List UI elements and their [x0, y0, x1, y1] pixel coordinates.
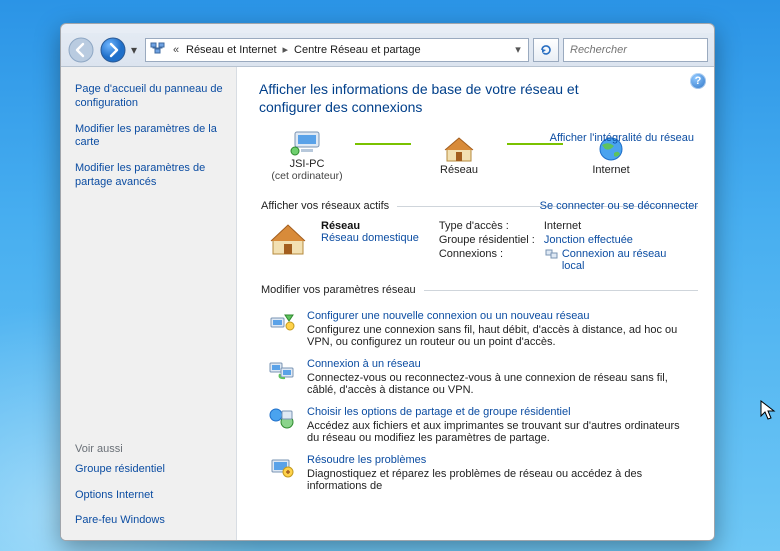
task-desc: Configurez une connexion sans fil, haut …	[307, 324, 677, 348]
chevron-right-icon: ▸	[281, 43, 291, 56]
troubleshoot-icon	[267, 454, 297, 480]
network-settings-section: Modifier vos paramètres réseau	[259, 284, 698, 496]
breadcrumb-item[interactable]: Réseau et Internet	[186, 44, 277, 56]
breadcrumb-dropdown[interactable]: ▾	[512, 43, 524, 56]
task-desc: Accédez aux fichiers et aux imprimantes …	[307, 420, 680, 444]
control-panel-window: ▾ « Réseau et Internet ▸ Centre Réseau e…	[60, 23, 715, 541]
content-pane: ? Afficher les informations de base de v…	[237, 67, 714, 540]
task-setup-connection[interactable]: Configurer une nouvelle connexion ou un …	[259, 304, 698, 352]
sidebar-link-home[interactable]: Page d'accueil du panneau de configurati…	[75, 83, 224, 111]
map-node-sublabel: (cet ordinateur)	[271, 170, 342, 182]
active-networks-legend: Afficher vos réseaux actifs	[259, 200, 397, 212]
access-type-value: Internet	[544, 220, 682, 232]
map-node-label: JSI-PC	[290, 158, 325, 170]
nav-history-dropdown[interactable]: ▾	[131, 43, 141, 57]
task-title[interactable]: Choisir les options de partage et de gro…	[307, 406, 687, 418]
search-input[interactable]	[568, 43, 715, 57]
forward-button[interactable]	[99, 36, 127, 64]
network-settings-legend: Modifier vos paramètres réseau	[259, 284, 424, 296]
connections-label: Connexions :	[439, 248, 544, 260]
task-desc: Connectez-vous ou reconnectez-vous à une…	[307, 372, 668, 396]
navigation-bar: ▾ « Réseau et Internet ▸ Centre Réseau e…	[61, 33, 714, 67]
help-icon[interactable]: ?	[690, 73, 706, 89]
sidebar-link-adapter-settings[interactable]: Modifier les paramètres de la carte	[75, 123, 224, 151]
sharing-options-icon	[267, 406, 297, 432]
homegroup-link[interactable]: Jonction effectuée	[544, 234, 682, 246]
see-also-heading: Voir aussi	[75, 443, 224, 455]
setup-connection-icon	[267, 310, 297, 336]
house-icon	[267, 220, 309, 258]
network-map: Afficher l'intégralité du réseau JSI-PC	[259, 126, 698, 196]
network-type-link[interactable]: Réseau domestique	[321, 232, 419, 244]
map-node-label: Réseau	[440, 164, 478, 176]
network-name: Réseau	[321, 220, 419, 232]
connection-line-icon	[355, 143, 411, 145]
address-bar[interactable]: « Réseau et Internet ▸ Centre Réseau et …	[145, 38, 529, 62]
see-also-firewall[interactable]: Pare-feu Windows	[75, 514, 224, 528]
breadcrumb-root-chevron[interactable]: «	[170, 44, 182, 56]
task-title[interactable]: Résoudre les problèmes	[307, 454, 687, 466]
map-node-label: Internet	[592, 164, 629, 176]
connection-link[interactable]: Connexion au réseau local	[562, 248, 682, 272]
access-type-label: Type d'accès :	[439, 220, 544, 232]
map-node-network[interactable]: Réseau	[411, 134, 507, 176]
see-also-internet-options[interactable]: Options Internet	[75, 489, 224, 503]
task-connect-network[interactable]: Connexion à un réseau Connectez-vous ou …	[259, 352, 698, 400]
computer-icon	[289, 128, 325, 158]
network-icon	[150, 41, 166, 58]
task-title[interactable]: Configurer une nouvelle connexion ou un …	[307, 310, 687, 322]
lan-icon	[544, 248, 558, 263]
task-sharing-options[interactable]: Choisir les options de partage et de gro…	[259, 400, 698, 448]
task-title[interactable]: Connexion à un réseau	[307, 358, 687, 370]
active-networks-section: Afficher vos réseaux actifs Se connecter…	[259, 200, 698, 278]
page-title: Afficher les informations de base de vot…	[259, 81, 639, 116]
search-box[interactable]	[563, 38, 708, 62]
mouse-cursor-icon	[760, 400, 776, 422]
connect-network-icon	[267, 358, 297, 384]
sidebar: Page d'accueil du panneau de configurati…	[61, 67, 237, 540]
breadcrumb-item[interactable]: Centre Réseau et partage	[294, 44, 421, 56]
house-icon	[441, 134, 477, 164]
homegroup-label: Groupe résidentiel :	[439, 234, 544, 246]
refresh-button[interactable]	[533, 38, 559, 62]
task-desc: Diagnostiquez et réparez les problèmes d…	[307, 468, 642, 492]
see-full-map-link[interactable]: Afficher l'intégralité du réseau	[550, 132, 694, 144]
task-troubleshoot[interactable]: Résoudre les problèmes Diagnostiquez et …	[259, 448, 698, 496]
map-node-this-pc[interactable]: JSI-PC (cet ordinateur)	[259, 128, 355, 182]
see-also-homegroup[interactable]: Groupe résidentiel	[75, 463, 224, 477]
sidebar-link-sharing-settings[interactable]: Modifier les paramètres de partage avanc…	[75, 162, 224, 190]
back-button[interactable]	[67, 36, 95, 64]
connect-disconnect-link[interactable]: Se connecter ou se déconnecter	[540, 200, 698, 212]
